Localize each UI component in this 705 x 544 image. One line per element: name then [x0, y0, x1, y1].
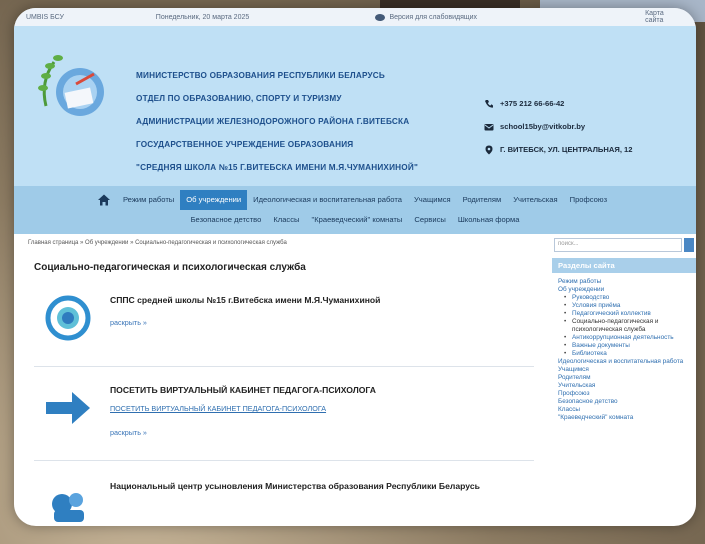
list-item: ПОСЕТИТЬ ВИРТУАЛЬНЫЙ КАБИНЕТ ПЕДАГОГА-ПС…	[42, 384, 522, 444]
sidebar-item-teachers[interactable]: Учительская	[558, 382, 694, 390]
sidebar-heading: Разделы сайта	[552, 258, 696, 273]
entry-title[interactable]: СППС средней школы №15 г.Витебска имени …	[110, 294, 510, 307]
eye-icon	[375, 13, 386, 21]
sidebar-item-safe-childhood[interactable]: Безопасное детство	[558, 398, 694, 406]
org-line-institution: ГОСУДАРСТВЕННОЕ УЧРЕЖДЕНИЕ ОБРАЗОВАНИЯ	[136, 140, 354, 149]
organization-name-block: МИНИСТЕРСТВО ОБРАЗОВАНИЯ РЕСПУБЛИКИ БЕЛА…	[136, 70, 476, 185]
org-line-department: ОТДЕЛ ПО ОБРАЗОВАНИЮ, СПОРТУ И ТУРИЗМУ	[136, 94, 342, 103]
contact-phone[interactable]: +375 212 66-66-42	[484, 92, 694, 115]
sidebar: поиск... Разделы сайта Режим работы Об у…	[552, 234, 696, 526]
nav-row-primary: Режим работы Об учреждении Идеологическа…	[14, 190, 696, 210]
main-content-area: Главная страница » Об учреждении » Социа…	[14, 234, 696, 526]
sidebar-item-about[interactable]: Об учреждении	[558, 286, 694, 294]
divider	[34, 366, 534, 367]
sidebar-item-staff[interactable]: Педагогический коллектив	[558, 310, 694, 318]
accessibility-label: Версия для слабовидящих	[389, 13, 478, 21]
sidebar-item-library[interactable]: Библиотека	[558, 350, 694, 358]
nav-safe-childhood[interactable]: Безопасное детство	[185, 210, 268, 230]
phone-number: +375 212 66-66-42	[500, 99, 565, 108]
sidebar-item-management[interactable]: Руководство	[558, 294, 694, 302]
sidebar-item-schedule[interactable]: Режим работы	[558, 278, 694, 286]
sidebar-item-students[interactable]: Учащимся	[558, 366, 694, 374]
breadcrumb[interactable]: Главная страница » Об учреждении » Социа…	[28, 240, 287, 246]
logo-emblem[interactable]	[36, 46, 118, 128]
topbar-left-text[interactable]: UMBIS БСУ	[26, 14, 156, 21]
nav-schedule[interactable]: Режим работы	[117, 190, 180, 210]
nav-about[interactable]: Об учреждении	[180, 190, 248, 210]
nav-local-history-room[interactable]: "Краеведческий" комнаты	[306, 210, 409, 230]
list-item: СППС средней школы №15 г.Витебска имени …	[42, 294, 522, 354]
sidebar-item-documents[interactable]: Важные документы	[558, 342, 694, 350]
sidebar-item-union[interactable]: Профсоюз	[558, 390, 694, 398]
home-icon[interactable]	[97, 193, 111, 207]
nav-school-uniform[interactable]: Школьная форма	[452, 210, 526, 230]
nav-classes[interactable]: Классы	[267, 210, 305, 230]
nav-parents[interactable]: Родителям	[457, 190, 508, 210]
sidebar-item-anticorruption[interactable]: Антикоррупционная деятельность	[558, 334, 694, 342]
email-icon	[484, 123, 494, 130]
sidebar-item-admission[interactable]: Условия приёма	[558, 302, 694, 310]
search-input[interactable]: поиск...	[554, 238, 682, 252]
org-line-administration: АДМИНИСТРАЦИИ ЖЕЛЕЗНОДОРОЖНОГО РАЙОНА Г.…	[136, 117, 410, 126]
expand-link[interactable]: раскрыть »	[110, 428, 147, 437]
contact-email[interactable]: school15by@vitkobr.by	[484, 115, 694, 138]
search-button[interactable]	[684, 238, 694, 252]
arrow-right-icon[interactable]	[42, 384, 94, 432]
accessibility-link[interactable]: Версия для слабовидящих	[375, 13, 645, 21]
list-item: Национальный центр усыновления Министерс…	[42, 480, 522, 522]
nav-teachers[interactable]: Учительская	[507, 190, 563, 210]
phone-icon	[485, 99, 493, 108]
entry-link[interactable]: ПОСЕТИТЬ ВИРТУАЛЬНЫЙ КАБИНЕТ ПЕДАГОГА-ПС…	[110, 404, 326, 413]
topbar-date: Понедельник, 20 марта 2025	[155, 13, 250, 21]
nav-union[interactable]: Профсоюз	[564, 190, 613, 210]
service-logo-icon[interactable]	[42, 294, 94, 342]
sidebar-item-social-service[interactable]: Социально-педагогическая и психологическ…	[558, 318, 694, 334]
page-title: Социально-педагогическая и психологическ…	[34, 262, 306, 273]
sidebar-item-local-history-room[interactable]: "Краеведческий" комната	[558, 414, 694, 422]
entry-title[interactable]: Национальный центр усыновления Министерс…	[110, 480, 510, 493]
address-text: Г. ВИТЕБСК, УЛ. ЦЕНТРАЛЬНАЯ, 12	[500, 145, 633, 154]
site-header: МИНИСТЕРСТВО ОБРАЗОВАНИЯ РЕСПУБЛИКИ БЕЛА…	[14, 26, 696, 186]
main-navigation: Режим работы Об учреждении Идеологическа…	[14, 186, 696, 234]
entry-title[interactable]: ПОСЕТИТЬ ВИРТУАЛЬНЫЙ КАБИНЕТ ПЕДАГОГА-ПС…	[110, 384, 510, 397]
contact-address: Г. ВИТЕБСК, УЛ. ЦЕНТРАЛЬНАЯ, 12	[484, 138, 694, 161]
sidebar-item-parents[interactable]: Родителям	[558, 374, 694, 382]
sidebar-item-ideological-work[interactable]: Идеологическая и воспитательная работа	[558, 358, 694, 366]
nav-ideological-work[interactable]: Идеологическая и воспитательная работа	[247, 190, 408, 210]
nav-row-secondary: Безопасное детство Классы "Краеведческий…	[14, 210, 696, 230]
divider	[34, 460, 534, 461]
top-utility-bar: UMBIS БСУ Понедельник, 20 марта 2025 Вер…	[14, 8, 696, 26]
org-line-ministry: МИНИСТЕРСТВО ОБРАЗОВАНИЯ РЕСПУБЛИКИ БЕЛА…	[136, 71, 385, 80]
adoption-center-logo-icon[interactable]	[42, 480, 94, 526]
nav-services[interactable]: Сервисы	[408, 210, 451, 230]
org-line-school-name: "СРЕДНЯЯ ШКОЛА №15 Г.ВИТЕБСКА ИМЕНИ М.Я.…	[136, 163, 419, 172]
email-address: school15by@vitkobr.by	[500, 122, 586, 131]
nav-students[interactable]: Учащимся	[408, 190, 457, 210]
sidebar-menu: Режим работы Об учреждении Руководство У…	[558, 278, 694, 422]
sidebar-item-classes[interactable]: Классы	[558, 406, 694, 414]
expand-link[interactable]: раскрыть »	[110, 318, 147, 327]
browser-screenshot-frame: UMBIS БСУ Понедельник, 20 марта 2025 Вер…	[14, 8, 696, 526]
location-icon	[485, 145, 493, 154]
contact-block: +375 212 66-66-42 school15by@vitkobr.by …	[484, 92, 694, 161]
sitemap-link[interactable]: Карта сайта	[645, 10, 684, 24]
